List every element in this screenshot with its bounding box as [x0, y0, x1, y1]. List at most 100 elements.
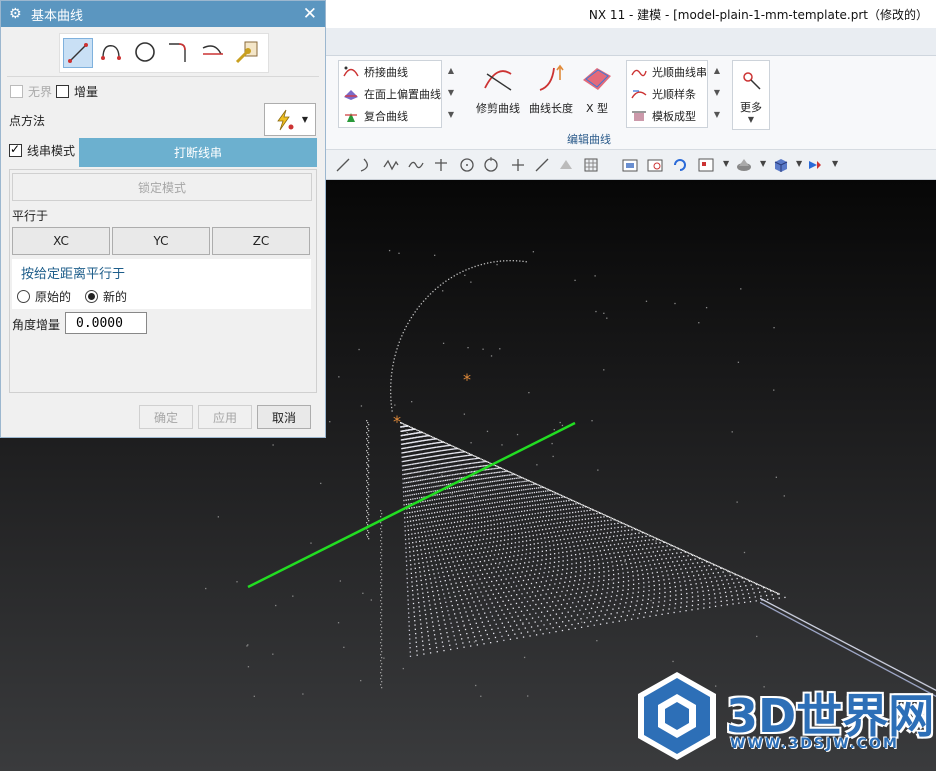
more-icon [734, 65, 768, 95]
zc-button[interactable]: ZC [212, 227, 310, 255]
edit-parameters-type-button[interactable] [233, 38, 263, 68]
cloud-point [440, 476, 442, 478]
cloud-point [507, 530, 509, 532]
orient-dropdown-icon[interactable]: ▼ [723, 159, 729, 168]
cloud-point [511, 472, 513, 474]
cloud-point [415, 493, 418, 495]
cloud-point [548, 571, 550, 573]
template-shaping-item[interactable]: 模板成型 [627, 105, 707, 127]
render-dropdown-icon[interactable]: ▼ [760, 159, 766, 168]
arc-type-button[interactable] [97, 38, 127, 68]
cube-dropdown-icon[interactable]: ▼ [796, 159, 802, 168]
cloud-point [444, 462, 446, 464]
arc-snap-icon[interactable] [358, 157, 374, 173]
point-method-dropdown[interactable]: ▼ [264, 103, 316, 136]
composite-curve-item[interactable]: 复合曲线 [339, 105, 441, 127]
rotate-view-icon[interactable] [672, 157, 688, 173]
circle-type-button[interactable] [131, 38, 161, 68]
curve-point-snap-icon[interactable] [534, 157, 550, 173]
x-form-button[interactable]: X 型 [579, 62, 615, 116]
cloud-point [476, 456, 478, 458]
quadrant-snap-icon[interactable] [483, 157, 499, 173]
increment-checkbox-box[interactable] [56, 85, 69, 98]
cloud-point [433, 499, 436, 501]
cloud-point [554, 557, 556, 559]
fit-view-icon[interactable] [622, 157, 638, 173]
face-snap-icon[interactable] [558, 157, 574, 173]
cloud-point [431, 464, 433, 466]
section-dropdown-icon[interactable]: ▼ [832, 159, 838, 168]
cloud-point [712, 563, 715, 565]
cloud-point [594, 275, 596, 277]
cloud-point [491, 480, 494, 483]
apply-button[interactable]: 应用 [198, 405, 252, 429]
shaded-cube-icon[interactable] [773, 157, 789, 173]
angle-increment-input[interactable] [65, 312, 147, 334]
close-icon[interactable]: ✕ [303, 4, 317, 24]
yc-button[interactable]: YC [112, 227, 210, 255]
cloud-point [529, 484, 531, 486]
curve-length-button[interactable]: 曲线长度 [527, 62, 575, 116]
grid-snap-icon[interactable] [583, 157, 599, 173]
cloud-point [606, 545, 608, 547]
gear-icon[interactable]: ⚙ [9, 6, 25, 22]
list2-scroll[interactable]: ▲ ▼ ▼ [712, 60, 722, 126]
spline-snap-icon[interactable] [408, 157, 424, 173]
line-snap-icon[interactable] [335, 157, 351, 173]
cloud-point [366, 480, 368, 482]
intersection-snap-icon[interactable] [433, 157, 449, 173]
smooth-curve-string-item[interactable]: 光顺曲线串 [627, 61, 707, 83]
break-string-button[interactable]: 打断线串 [79, 138, 317, 167]
wave-snap-icon[interactable] [383, 157, 399, 173]
cloud-point [412, 541, 414, 544]
center-snap-icon[interactable] [459, 157, 475, 173]
point-snap-icon[interactable] [510, 157, 526, 173]
infinite-checkbox-box[interactable] [10, 85, 23, 98]
line-type-button[interactable] [63, 38, 93, 68]
list1-scroll[interactable]: ▲ ▼ ▼ [446, 60, 456, 126]
cloud-point [625, 550, 628, 553]
more-button[interactable]: 更多 ▼ [732, 60, 770, 130]
xc-button[interactable]: XC [12, 227, 110, 255]
cloud-point [613, 531, 616, 533]
cloud-point [458, 529, 460, 532]
cloud-point [594, 538, 596, 540]
trim-type-button[interactable] [199, 38, 229, 68]
increment-checkbox[interactable]: 增量 [56, 83, 98, 100]
trim-curve-button[interactable]: 修剪曲线 [474, 62, 522, 116]
infinite-checkbox[interactable]: 无界 [10, 83, 52, 100]
cloud-point [598, 563, 600, 565]
cloud-point [443, 593, 445, 595]
cloud-point [380, 582, 382, 584]
bridge-curve-item[interactable]: 桥接曲线 [339, 61, 441, 83]
cloud-point [627, 588, 629, 591]
cloud-point [658, 596, 661, 599]
cloud-point [604, 541, 606, 543]
cloud-point [408, 485, 410, 488]
smooth-spline-item[interactable]: 光顺样条 [627, 83, 707, 105]
cancel-button[interactable]: 取消 [257, 405, 311, 429]
lock-mode-button[interactable]: 锁定模式 [12, 173, 312, 201]
cloud-point [366, 438, 368, 440]
orient-view-icon[interactable] [698, 157, 714, 173]
cloud-point [466, 515, 468, 517]
string-mode-checkbox[interactable]: 线串模式 [9, 142, 75, 159]
string-mode-checkbox-box[interactable] [9, 142, 22, 157]
original-radio-dot[interactable] [17, 290, 30, 303]
new-radio[interactable]: 新的 [85, 288, 127, 305]
new-radio-dot[interactable] [85, 290, 98, 303]
fillet-type-button[interactable] [165, 38, 195, 68]
cloud-point [518, 606, 520, 609]
cloud-point [406, 573, 408, 575]
cloud-point [603, 601, 606, 603]
original-radio[interactable]: 原始的 [17, 288, 71, 305]
cloud-point [600, 554, 603, 556]
cloud-point [367, 506, 369, 508]
cloud-point [526, 570, 528, 572]
zoom-view-icon[interactable] [647, 157, 663, 173]
ok-button[interactable]: 确定 [139, 405, 193, 429]
cloud-point [440, 458, 442, 461]
render-style-icon[interactable] [736, 157, 752, 173]
section-view-icon[interactable] [807, 157, 823, 173]
offset-in-face-item[interactable]: 在面上偏置曲线 [339, 83, 441, 105]
